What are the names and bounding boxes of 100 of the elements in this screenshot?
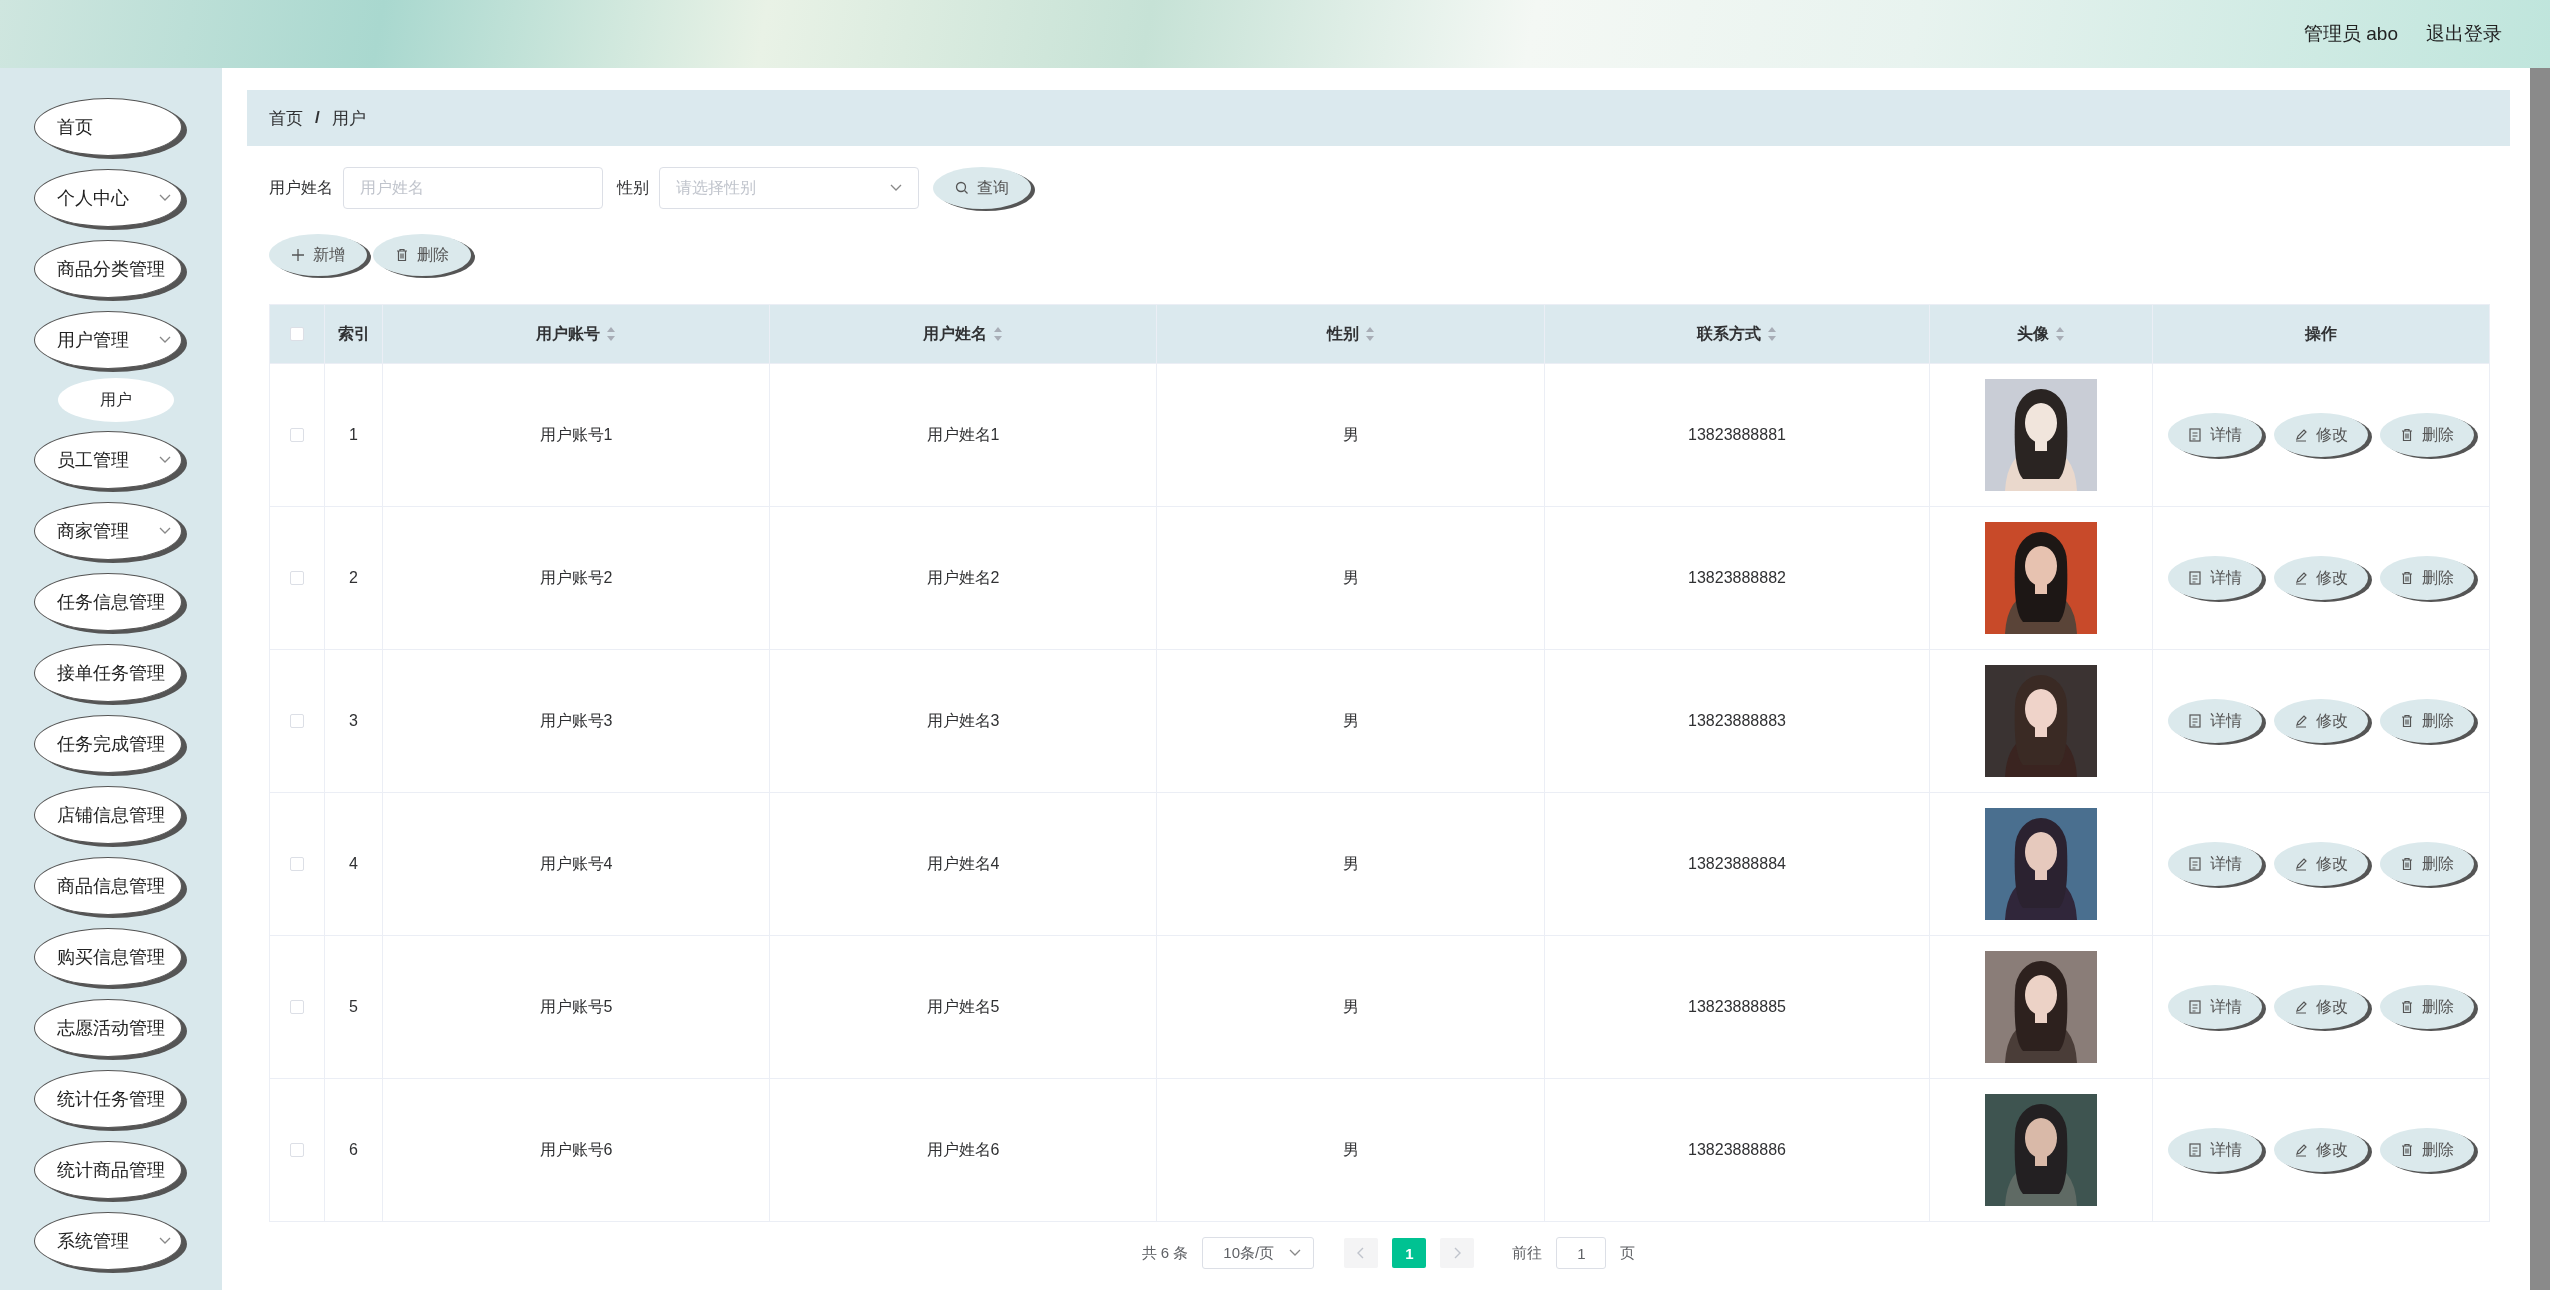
column-header: 索引: [337, 323, 370, 344]
scrollbar[interactable]: [2530, 68, 2550, 1290]
delete-button[interactable]: 删除: [2380, 413, 2474, 457]
caret-icon: [159, 456, 171, 464]
delete-button[interactable]: 删除: [373, 234, 471, 276]
table-cell-text: 用户姓名6: [926, 1139, 1000, 1160]
table-cell: 13823888882: [1688, 569, 1786, 587]
checkbox[interactable]: [290, 1143, 304, 1157]
input-field[interactable]: 用户姓名: [343, 167, 603, 209]
trash-icon: [2400, 714, 2414, 728]
goto-label: 前往: [1512, 1243, 1543, 1263]
trash-icon: [2400, 857, 2414, 871]
page-input[interactable]: 1: [1556, 1237, 1607, 1269]
document-icon: [2188, 1143, 2202, 1157]
column-header[interactable]: 性别: [1326, 323, 1375, 345]
table-cell: 13823888883: [1688, 712, 1786, 730]
pencil-icon: [2294, 428, 2308, 442]
add-button[interactable]: 新增: [269, 234, 367, 276]
field-label: 用户姓名: [269, 177, 333, 198]
detail-button[interactable]: 详情: [2168, 842, 2262, 886]
table-cell: 13823888881: [1688, 426, 1786, 444]
pencil-icon: [2294, 1000, 2308, 1014]
caret-icon: [159, 1237, 171, 1245]
document-icon: [2188, 857, 2202, 871]
checkbox[interactable]: [290, 714, 304, 728]
edit-button[interactable]: 修改: [2274, 985, 2368, 1029]
edit-button[interactable]: 修改: [2274, 842, 2368, 886]
sort-icon[interactable]: [1364, 326, 1375, 342]
delete-button[interactable]: 删除: [2380, 842, 2474, 886]
column-header: 操作: [2305, 323, 2337, 344]
trash-icon: [2400, 1000, 2414, 1014]
detail-button[interactable]: 详情: [2168, 699, 2262, 743]
trash-icon: [2400, 1143, 2414, 1157]
table-cell-text: 男: [1342, 996, 1359, 1017]
table-cell-text: 男: [1342, 1139, 1359, 1160]
delete-button[interactable]: 删除: [2380, 1128, 2474, 1172]
edit-button[interactable]: 修改: [2274, 1128, 2368, 1172]
plus-icon: [291, 248, 305, 262]
sidebar-subitem[interactable]: 用户: [58, 378, 174, 422]
pencil-icon: [2294, 1143, 2308, 1157]
table-cell: 5: [349, 998, 358, 1016]
field-label: 性别: [617, 177, 649, 198]
next-page-button[interactable]: [1440, 1238, 1475, 1268]
checkbox[interactable]: [290, 327, 304, 341]
caret-icon: [1289, 1249, 1302, 1257]
checkbox[interactable]: [290, 857, 304, 871]
table-cell-text: 用户账号4: [539, 853, 613, 874]
document-icon: [2188, 571, 2202, 585]
table-cell-text: 用户姓名5: [926, 996, 1000, 1017]
sort-icon[interactable]: [2055, 326, 2065, 342]
page-size-select[interactable]: 10条/页: [1202, 1237, 1315, 1269]
column-header[interactable]: 用户账号: [536, 323, 616, 345]
caret-icon: [890, 184, 902, 192]
search-icon: [955, 181, 969, 195]
pencil-icon: [2294, 714, 2308, 728]
document-icon: [2188, 1000, 2202, 1014]
breadcrumb-item[interactable]: 首页: [269, 106, 303, 130]
page-suffix: 页: [1620, 1243, 1636, 1263]
sort-icon[interactable]: [1767, 326, 1777, 342]
checkbox[interactable]: [290, 428, 304, 442]
detail-button[interactable]: 详情: [2168, 556, 2262, 600]
edit-button[interactable]: 修改: [2274, 413, 2368, 457]
table-cell: 13823888885: [1688, 998, 1786, 1016]
breadcrumb-item[interactable]: 用户: [331, 106, 366, 130]
table-cell: 6: [349, 1141, 358, 1159]
pencil-icon: [2294, 571, 2308, 585]
logout-link[interactable]: 退出登录: [2426, 21, 2502, 47]
column-header[interactable]: 头像: [2017, 323, 2065, 345]
detail-button[interactable]: 详情: [2168, 413, 2262, 457]
table-cell: 4: [349, 855, 358, 873]
table-cell-text: 男: [1342, 710, 1359, 731]
trash-icon: [2400, 428, 2414, 442]
detail-button[interactable]: 详情: [2168, 985, 2262, 1029]
table-cell: 2: [349, 569, 358, 587]
table-cell-text: 男: [1342, 424, 1359, 445]
prev-page-button[interactable]: [1344, 1238, 1379, 1268]
edit-button[interactable]: 修改: [2274, 556, 2368, 600]
trash-icon: [395, 248, 409, 262]
column-header[interactable]: 用户姓名: [923, 323, 1003, 345]
edit-button[interactable]: 修改: [2274, 699, 2368, 743]
document-icon: [2188, 714, 2202, 728]
delete-button[interactable]: 删除: [2380, 556, 2474, 600]
table-cell-text: 用户账号5: [539, 996, 613, 1017]
breadcrumb-separator: /: [315, 108, 320, 128]
delete-button[interactable]: 删除: [2380, 699, 2474, 743]
total-count: 共 6 条: [1141, 1243, 1189, 1263]
detail-button[interactable]: 详情: [2168, 1128, 2262, 1172]
table-cell-text: 男: [1342, 567, 1359, 588]
checkbox[interactable]: [290, 1000, 304, 1014]
column-header[interactable]: 联系方式: [1697, 323, 1777, 345]
table-cell-text: 男: [1342, 853, 1359, 874]
sort-icon[interactable]: [606, 326, 616, 342]
sort-icon[interactable]: [993, 326, 1003, 342]
delete-button[interactable]: 删除: [2380, 985, 2474, 1029]
table-cell: 13823888886: [1688, 1141, 1786, 1159]
checkbox[interactable]: [290, 571, 304, 585]
table-cell: 1: [349, 426, 358, 444]
caret-icon: [159, 336, 171, 344]
document-icon: [2188, 428, 2202, 442]
search-button[interactable]: 查询: [933, 167, 1031, 209]
